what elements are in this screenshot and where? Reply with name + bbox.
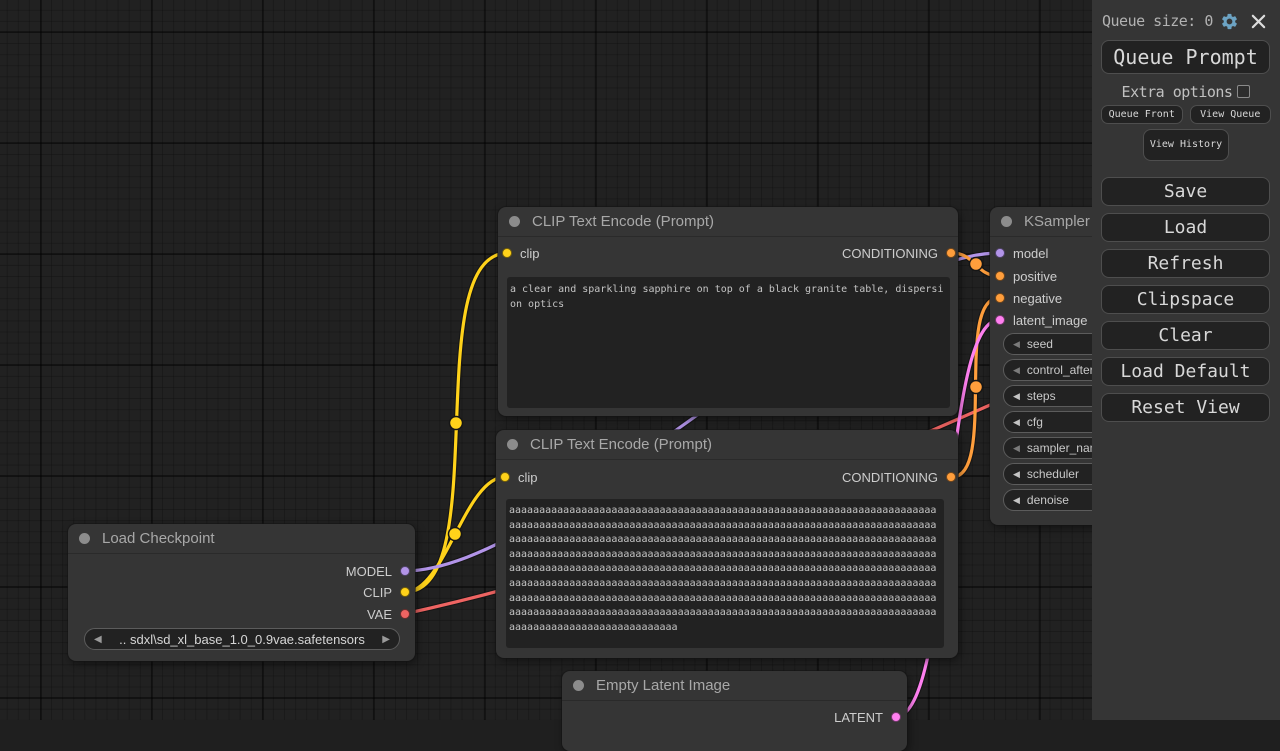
reset-view-button[interactable]: Reset View: [1101, 393, 1270, 422]
view-queue-button[interactable]: View Queue: [1190, 105, 1272, 124]
widget-label: scheduler: [1027, 467, 1079, 481]
node-clip-text-encode-positive[interactable]: CLIP Text Encode (Prompt) clip CONDITION…: [498, 207, 958, 416]
node-title-bar[interactable]: Load Checkpoint: [68, 524, 415, 554]
node-clip-text-encode-negative[interactable]: CLIP Text Encode (Prompt) clip CONDITION…: [496, 430, 958, 658]
node-title: CLIP Text Encode (Prompt): [532, 213, 714, 230]
graph-canvas[interactable]: CLIP Text Encode (Prompt) clip CONDITION…: [0, 0, 1280, 720]
collapse-dot-icon[interactable]: [79, 533, 90, 544]
link-midpoint-dot: [970, 381, 983, 394]
widget-left-arrow-icon[interactable]: ◀: [1013, 365, 1020, 376]
clipspace-button[interactable]: Clipspace: [1101, 285, 1270, 314]
menu-buttons: Save Load Refresh Clipspace Clear Load D…: [1092, 177, 1280, 429]
output-slot-clip[interactable]: [400, 587, 410, 597]
ckpt-name-combo-widget[interactable]: ◀ .. sdxl\sd_xl_base_1.0_0.9vae.safetens…: [84, 628, 400, 650]
combo-right-arrow-icon[interactable]: ▶: [382, 634, 390, 645]
node-load-checkpoint[interactable]: Load Checkpoint MODEL CLIP VAE ◀ .. sdxl…: [68, 524, 415, 661]
node-title: Load Checkpoint: [102, 530, 215, 547]
view-history-button[interactable]: View History: [1143, 129, 1229, 161]
input-slot-label: clip: [520, 246, 540, 261]
widget-left-arrow-icon[interactable]: ◀: [1013, 495, 1020, 506]
node-empty-latent-image[interactable]: Empty Latent Image LATENT: [562, 671, 907, 751]
settings-gear-icon[interactable]: [1220, 12, 1239, 31]
load-default-button[interactable]: Load Default: [1101, 357, 1270, 386]
node-title-bar[interactable]: CLIP Text Encode (Prompt): [496, 430, 958, 460]
output-slot-conditioning[interactable]: [946, 248, 956, 258]
queue-front-button[interactable]: Queue Front: [1101, 105, 1183, 124]
output-slot-label: CLIP: [363, 585, 392, 600]
widget-left-arrow-icon[interactable]: ◀: [1013, 417, 1020, 428]
output-slot-vae[interactable]: [400, 609, 410, 619]
queue-actions-row: Queue Front View Queue: [1101, 105, 1271, 124]
output-slot-label: CONDITIONING: [842, 246, 938, 261]
input-slot-label: clip: [518, 470, 538, 485]
extra-options-row: Extra options: [1092, 84, 1280, 99]
widget-label: seed: [1027, 337, 1053, 351]
queue-prompt-button[interactable]: Queue Prompt: [1101, 40, 1270, 74]
combo-left-arrow-icon[interactable]: ◀: [94, 634, 102, 645]
output-slot-conditioning[interactable]: [946, 472, 956, 482]
widget-left-arrow-icon[interactable]: ◀: [1013, 339, 1020, 350]
node-title-bar[interactable]: Empty Latent Image: [562, 671, 907, 701]
link-midpoint-dot: [449, 528, 462, 541]
input-slot-positive[interactable]: [995, 271, 1005, 281]
input-slot-clip[interactable]: [500, 472, 510, 482]
node-title-bar[interactable]: CLIP Text Encode (Prompt): [498, 207, 958, 237]
widget-label: steps: [1027, 389, 1056, 403]
combo-value: .. sdxl\sd_xl_base_1.0_0.9vae.safetensor…: [102, 632, 383, 647]
node-title: KSampler: [1024, 213, 1090, 230]
close-icon[interactable]: [1251, 14, 1266, 29]
extra-options-checkbox[interactable]: [1237, 85, 1250, 98]
input-slot-label: latent_image: [1013, 313, 1087, 328]
widget-left-arrow-icon[interactable]: ◀: [1013, 443, 1020, 454]
node-title: Empty Latent Image: [596, 677, 730, 694]
widget-label: cfg: [1027, 415, 1043, 429]
widget-label: denoise: [1027, 493, 1069, 507]
widget-left-arrow-icon[interactable]: ◀: [1013, 391, 1020, 402]
collapse-dot-icon[interactable]: [507, 439, 518, 450]
output-slot-label: CONDITIONING: [842, 470, 938, 485]
input-slot-label: positive: [1013, 269, 1057, 284]
prompt-textarea[interactable]: aaaaaaaaaaaaaaaaaaaaaaaaaaaaaaaaaaaaaaaa…: [506, 499, 944, 648]
output-slot-model[interactable]: [400, 566, 410, 576]
collapse-dot-icon[interactable]: [573, 680, 584, 691]
link-midpoint-dot: [450, 417, 463, 430]
link-midpoint-dot: [970, 258, 983, 271]
collapse-dot-icon[interactable]: [509, 216, 520, 227]
input-slot-model[interactable]: [995, 248, 1005, 258]
output-slot-latent[interactable]: [891, 712, 901, 722]
input-slot-label: negative: [1013, 291, 1062, 306]
extra-options-label: Extra options: [1122, 83, 1233, 101]
output-slot-label: LATENT: [834, 710, 883, 725]
comfy-menu-sidebar: Queue size: 0 Queue Prompt Extra options…: [1092, 0, 1280, 720]
node-title: CLIP Text Encode (Prompt): [530, 436, 712, 453]
queue-size-row: Queue size: 0: [1102, 9, 1272, 33]
load-button[interactable]: Load: [1101, 213, 1270, 242]
queue-size-label: Queue size: 0: [1102, 12, 1213, 30]
input-slot-label: model: [1013, 246, 1048, 261]
prompt-textarea[interactable]: a clear and sparkling sapphire on top of…: [507, 277, 950, 408]
input-slot-latent-image[interactable]: [995, 315, 1005, 325]
clear-button[interactable]: Clear: [1101, 321, 1270, 350]
widget-left-arrow-icon[interactable]: ◀: [1013, 469, 1020, 480]
collapse-dot-icon[interactable]: [1001, 216, 1012, 227]
refresh-button[interactable]: Refresh: [1101, 249, 1270, 278]
save-button[interactable]: Save: [1101, 177, 1270, 206]
output-slot-label: VAE: [367, 607, 392, 622]
input-slot-negative[interactable]: [995, 293, 1005, 303]
output-slot-label: MODEL: [346, 564, 392, 579]
input-slot-clip[interactable]: [502, 248, 512, 258]
